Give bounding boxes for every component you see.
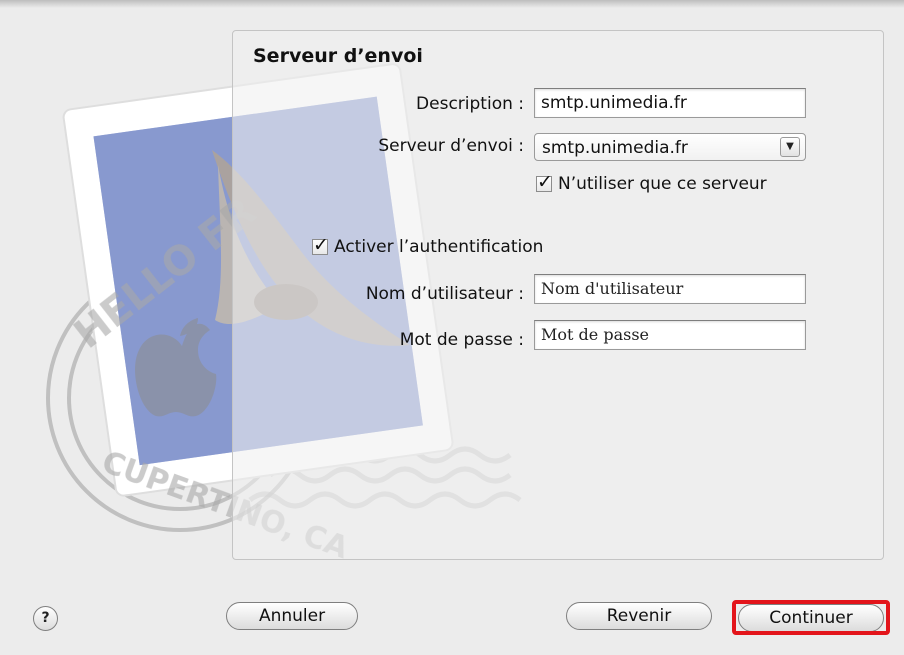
only-server-checkbox-row[interactable]: ✓ N’utiliser que ce serveur: [536, 172, 767, 194]
description-field[interactable]: smtp.unimedia.fr: [534, 88, 806, 118]
help-button[interactable]: ?: [33, 606, 58, 631]
back-button[interactable]: Revenir: [566, 602, 712, 630]
continue-highlight-box: [732, 600, 890, 635]
outgoing-server-label: Serveur d’envoi :: [378, 136, 524, 156]
password-field[interactable]: Mot de passe: [534, 320, 806, 350]
auth-checkbox[interactable]: ✓: [312, 235, 329, 255]
username-label: Nom d’utilisateur :: [365, 284, 524, 304]
chevron-down-icon[interactable]: ▼: [780, 137, 800, 157]
cancel-button[interactable]: Annuler: [226, 602, 358, 630]
only-server-label: N’utiliser que ce serveur: [558, 174, 767, 194]
check-icon: ✓: [313, 234, 329, 256]
check-icon: ✓: [537, 171, 553, 193]
outgoing-server-popup[interactable]: smtp.unimedia.fr ▼: [534, 133, 806, 161]
username-field[interactable]: Nom d'utilisateur: [534, 274, 806, 304]
auth-label: Activer l’authentification: [334, 237, 544, 257]
description-label: Description :: [416, 94, 524, 114]
panel-title: Serveur d’envoi: [253, 45, 423, 67]
outgoing-server-value: smtp.unimedia.fr: [542, 138, 688, 158]
auth-checkbox-row[interactable]: ✓ Activer l’authentification: [312, 235, 544, 257]
password-label: Mot de passe :: [399, 330, 524, 350]
only-server-checkbox[interactable]: ✓: [536, 172, 553, 192]
